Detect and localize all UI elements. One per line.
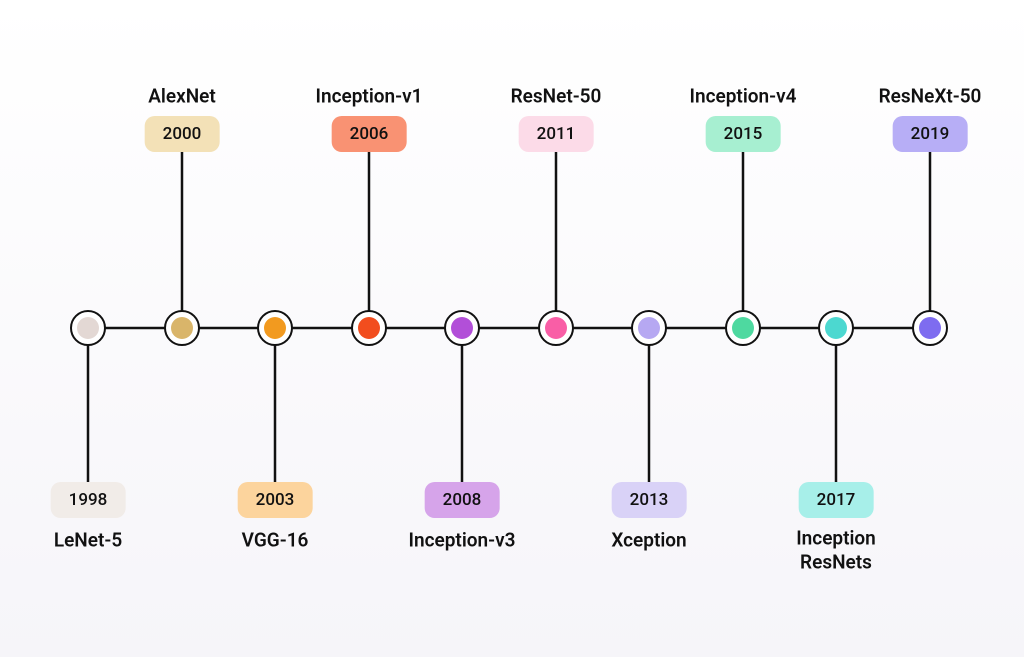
timeline-year-pill: 2019	[893, 116, 968, 152]
timeline-node	[538, 310, 574, 346]
timeline-name-label: Inception-v4	[690, 85, 797, 108]
timeline-name-label: Inception-v3	[409, 529, 516, 552]
timeline-node	[444, 310, 480, 346]
timeline-node-dot	[264, 317, 286, 339]
timeline-node	[164, 310, 200, 346]
timeline-node	[818, 310, 854, 346]
timeline-node-dot	[732, 317, 754, 339]
timeline-node-dot	[545, 317, 567, 339]
timeline-node	[70, 310, 106, 346]
timeline-node-dot	[451, 317, 473, 339]
timeline-node	[351, 310, 387, 346]
timeline-diagram: 1998 LeNet-5 2000 AlexNet 2003 VGG-16 2006 Ince…	[0, 0, 1024, 657]
timeline-year-pill: 2013	[612, 482, 687, 518]
timeline-year-pill: 2011	[519, 116, 594, 152]
timeline-node	[725, 310, 761, 346]
timeline-name-label: Inception ResNets	[766, 526, 906, 574]
timeline-node	[912, 310, 948, 346]
timeline-node-dot	[77, 317, 99, 339]
timeline-node-dot	[358, 317, 380, 339]
timeline-year-pill: 2006	[332, 116, 407, 152]
timeline-node-dot	[638, 317, 660, 339]
timeline-year-pill: 1998	[51, 482, 126, 518]
timeline-node-dot	[171, 317, 193, 339]
timeline-name-label: ResNet-50	[511, 85, 602, 108]
timeline-node	[631, 310, 667, 346]
timeline-year-pill: 2003	[238, 482, 313, 518]
timeline-name-label: ResNeXt-50	[879, 85, 982, 108]
timeline-name-label: VGG-16	[242, 529, 309, 552]
timeline-name-label: AlexNet	[148, 85, 216, 108]
timeline-year-pill: 2015	[706, 116, 781, 152]
timeline-year-pill: 2000	[145, 116, 220, 152]
timeline-node-dot	[825, 317, 847, 339]
timeline-year-pill: 2008	[425, 482, 500, 518]
timeline-name-label: Xception	[611, 529, 686, 552]
timeline-node-dot	[919, 317, 941, 339]
timeline-name-label: LeNet-5	[54, 529, 122, 552]
timeline-name-label: Inception-v1	[316, 85, 423, 108]
timeline-node	[257, 310, 293, 346]
timeline-year-pill: 2017	[799, 482, 874, 518]
